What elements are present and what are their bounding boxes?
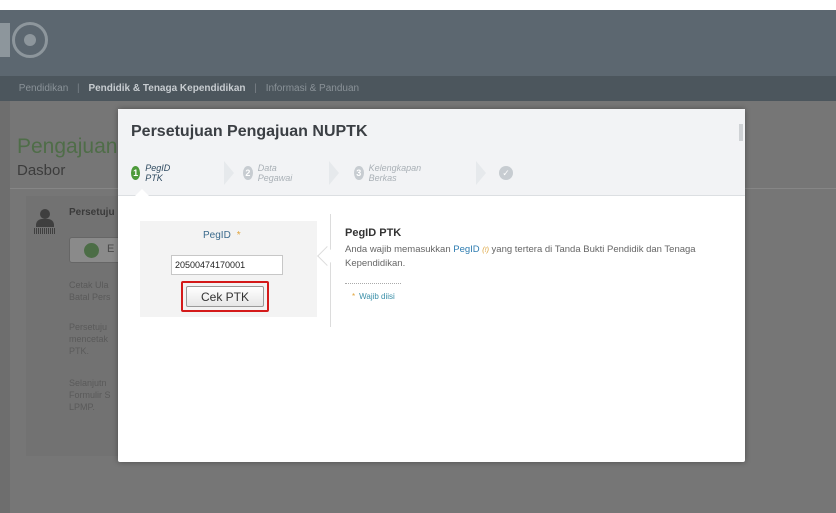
step-chevron-icon bbox=[224, 161, 234, 185]
nav-item-ptk[interactable]: Pendidik & Tenaga Kependidikan bbox=[82, 76, 251, 101]
step-label: Data Pegawai bbox=[257, 163, 293, 183]
info-text: Anda wajib memasukkan PegID (!) yang ter… bbox=[345, 244, 696, 269]
info-title: PegID PTK bbox=[345, 227, 402, 239]
check-icon bbox=[84, 243, 99, 258]
logo-block bbox=[0, 23, 10, 57]
dialog-header: Persetujuan Pengajuan NUPTK 1 PegID PTK … bbox=[118, 109, 745, 196]
cek-ptk-button[interactable]: Cek PTK bbox=[186, 286, 264, 307]
panel-text-1: Cetak Ula Batal Pers bbox=[69, 280, 111, 302]
step-pegid-ptk[interactable]: 1 PegID PTK bbox=[131, 161, 175, 185]
nav-item-informasi[interactable]: Informasi & Panduan bbox=[260, 76, 365, 101]
pegid-label: PegID * bbox=[203, 230, 241, 241]
top-strip bbox=[0, 0, 836, 10]
dialog-title: Persetujuan Pengajuan NUPTK bbox=[131, 123, 368, 140]
step-kelengkapan-berkas[interactable]: 3 Kelengkapan Berkas bbox=[354, 161, 426, 185]
required-star-icon: * bbox=[236, 230, 241, 241]
site-header bbox=[0, 10, 836, 76]
required-note: * Wajib diisi bbox=[352, 292, 395, 301]
main-nav: Pendidikan | Pendidik & Tenaga Kependidi… bbox=[0, 76, 836, 101]
step-chevron-icon bbox=[329, 161, 339, 185]
dotted-divider bbox=[345, 283, 401, 284]
step-data-pegawai[interactable]: 2 Data Pegawai bbox=[243, 161, 297, 185]
nav-separator: | bbox=[77, 83, 80, 94]
pegid-input[interactable] bbox=[171, 255, 283, 275]
scrollbar[interactable] bbox=[739, 124, 743, 141]
panel-text-3: Selanjutn Formulir S LPMP. bbox=[69, 378, 111, 412]
required-star-icon: * bbox=[352, 292, 356, 301]
section-title: Dasbor bbox=[17, 162, 66, 179]
check-icon[interactable]: ✓ bbox=[499, 166, 513, 180]
page-title: Pengajuan bbox=[17, 135, 118, 158]
ptk-card-icon bbox=[34, 209, 56, 237]
section-divider bbox=[330, 214, 331, 327]
panel-action-label: E bbox=[107, 243, 115, 255]
info-note-icon: (!) bbox=[482, 247, 489, 254]
nav-separator: | bbox=[254, 83, 257, 94]
nuptk-approval-dialog: Persetujuan Pengajuan NUPTK 1 PegID PTK … bbox=[118, 109, 745, 462]
panel-heading: Persetuju bbox=[69, 207, 115, 218]
step-chevron-icon bbox=[476, 161, 486, 185]
pegid-highlight: PegID bbox=[453, 244, 480, 255]
nav-item-pendidikan[interactable]: Pendidikan bbox=[19, 76, 74, 101]
active-step-pointer bbox=[135, 189, 149, 196]
logo-icon[interactable] bbox=[12, 22, 48, 58]
step-label: Kelengkapan Berkas bbox=[368, 163, 422, 183]
panel-text-2: Persetuju mencetak PTK. bbox=[69, 322, 109, 356]
step-label: PegID PTK bbox=[145, 163, 171, 183]
divider-notch bbox=[317, 246, 337, 266]
